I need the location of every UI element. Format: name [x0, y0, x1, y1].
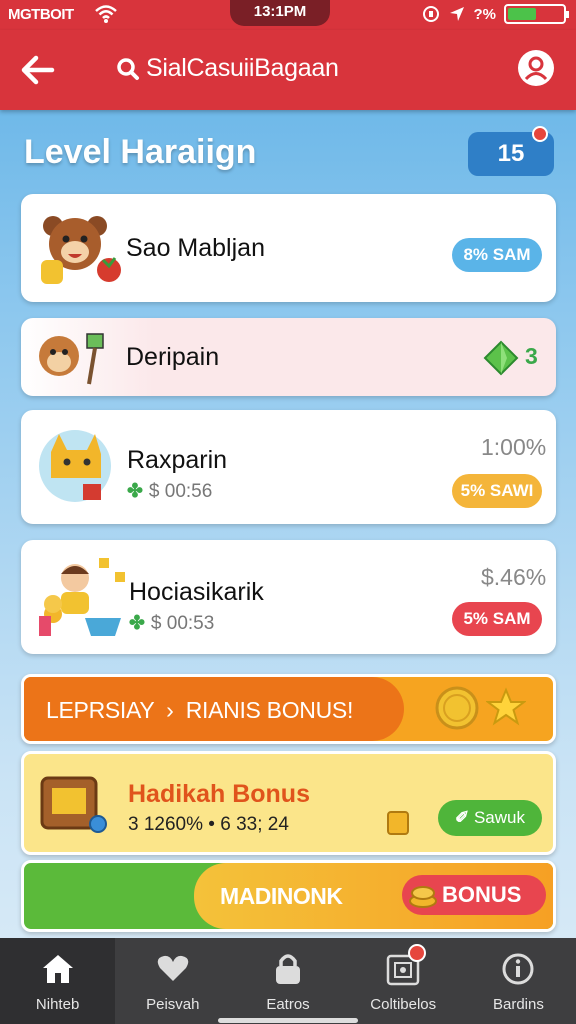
back-arrow-icon[interactable] — [18, 50, 58, 90]
tab-label: Coltibelos — [370, 996, 437, 1013]
clover-icon: ✤ — [127, 481, 143, 502]
carrier-label: MGTBOIT — [8, 6, 74, 23]
banner-orange-text: LEPRSIAY › RIANIS BONUS! — [46, 697, 354, 723]
card-title: Deripain — [126, 343, 220, 371]
home-indicator[interactable] — [218, 1018, 358, 1023]
bottom-tab-bar: Nihteb Peisvah Eatros Coltibelos Bardins — [0, 938, 576, 1024]
bonus-button[interactable]: BONUS — [402, 875, 546, 915]
card-percent: 1:00% — [481, 434, 547, 460]
kid-avatar-icon — [39, 558, 125, 636]
tab-label: Peisvah — [146, 996, 200, 1013]
level-card-3[interactable]: Raxparin ✤ $ 00:56 1:00% 5% SAWI — [21, 410, 556, 524]
clover-icon: ✤ — [129, 613, 145, 634]
tab-label: Nihteb — [35, 996, 80, 1013]
home-icon — [42, 955, 73, 983]
card-percent: $.46% — [481, 564, 547, 590]
search-title[interactable]: SialCasuiiBagaan — [116, 54, 339, 83]
tab-home[interactable]: Nihteb — [0, 938, 116, 1024]
tab-label: Bardins — [492, 996, 544, 1013]
bonus-banner-orange[interactable]: LEPRSIAY › RIANIS BONUS! — [21, 674, 556, 744]
card-title: Sao Mabljan — [126, 234, 265, 262]
notification-badge — [407, 944, 426, 962]
app-bar: SialCasuiiBagaan — [0, 30, 576, 110]
level-card-1[interactable]: Sao Mabljan 8% SAM — [21, 194, 556, 302]
lock-icon — [276, 954, 300, 984]
tab-favorites[interactable]: Peisvah — [115, 938, 230, 1024]
card-subtext: ✤ $ 00:53 — [129, 612, 214, 635]
cat-avatar-icon — [39, 430, 111, 502]
tab-collectibles[interactable]: Coltibelos — [346, 938, 461, 1024]
status-bar: MGTBOIT 13:1PM ?% — [0, 0, 576, 30]
level-card-4[interactable]: Hociasikarik ✤ $ 00:53 $.46% 5% SAM — [21, 540, 556, 654]
pill-label: 8% SAM — [463, 245, 531, 264]
battery-icon — [504, 4, 569, 24]
card-pill-button[interactable]: 5% SAWI — [452, 474, 542, 508]
star-icon — [486, 687, 526, 726]
card-pill-button[interactable]: 8% SAM — [452, 238, 542, 272]
bonus-banner-green[interactable]: MADINONK BONUS — [21, 860, 556, 932]
page-title: SialCasuiiBagaan — [146, 54, 339, 82]
search-icon — [117, 57, 139, 80]
card-pill-button[interactable]: 5% SAM — [452, 602, 542, 636]
tab-store[interactable]: Eatros — [230, 938, 345, 1024]
profile-icon[interactable] — [516, 48, 556, 88]
level-card-2[interactable]: Deripain 3 — [21, 318, 556, 396]
coin-pile-icon — [409, 886, 437, 908]
level-title: Level Haraiign — [24, 133, 257, 171]
reward-count: 3 — [525, 343, 538, 369]
notification-dot — [532, 126, 548, 142]
banner-green-text: MADINONK — [220, 883, 343, 909]
bonus-banner-yellow[interactable]: Hadikah Bonus 3 1260% • 6 33; 24 ✐ Sawuk — [21, 751, 556, 855]
banner-yellow-title: Hadikah Bonus — [128, 780, 310, 808]
card-title: Hociasikarik — [129, 578, 264, 606]
sawuk-button[interactable]: ✐ Sawuk — [438, 800, 542, 836]
card-subtext: ✤ $ 00:56 — [127, 480, 212, 503]
rotation-lock-icon — [422, 6, 439, 22]
location-icon — [449, 7, 464, 21]
subtext-value: $ 00:53 — [150, 612, 215, 634]
treasure-box-icon — [40, 776, 107, 833]
coin-icon — [435, 686, 479, 730]
heart-icon — [157, 955, 189, 981]
tab-label: Eatros — [266, 996, 310, 1013]
card-title: Raxparin — [127, 446, 228, 474]
level-number: 15 — [497, 140, 525, 167]
leaf-icon: ✐ — [454, 808, 470, 827]
battery-percent: ?% — [473, 5, 497, 23]
tab-settings[interactable]: Bardins — [461, 938, 576, 1024]
wifi-icon — [95, 5, 117, 23]
gem-icon — [483, 340, 519, 376]
bear-avatar-icon — [41, 216, 121, 284]
coin-stack-icon — [387, 811, 409, 835]
subtext-value: $ 00:56 — [148, 480, 213, 502]
monkey-avatar-icon — [39, 333, 104, 385]
bonus-label: BONUS — [442, 882, 522, 907]
clock: 13:1PM — [230, 0, 330, 26]
info-icon — [502, 953, 534, 985]
pill-label: 5% SAWI — [460, 481, 534, 500]
pill-label: 5% SAM — [463, 609, 531, 628]
banner-yellow-subtext: 3 1260% • 6 33; 24 — [128, 814, 289, 835]
level-badge[interactable]: 15 — [468, 126, 554, 176]
sawuk-label: Sawuk — [473, 808, 525, 827]
